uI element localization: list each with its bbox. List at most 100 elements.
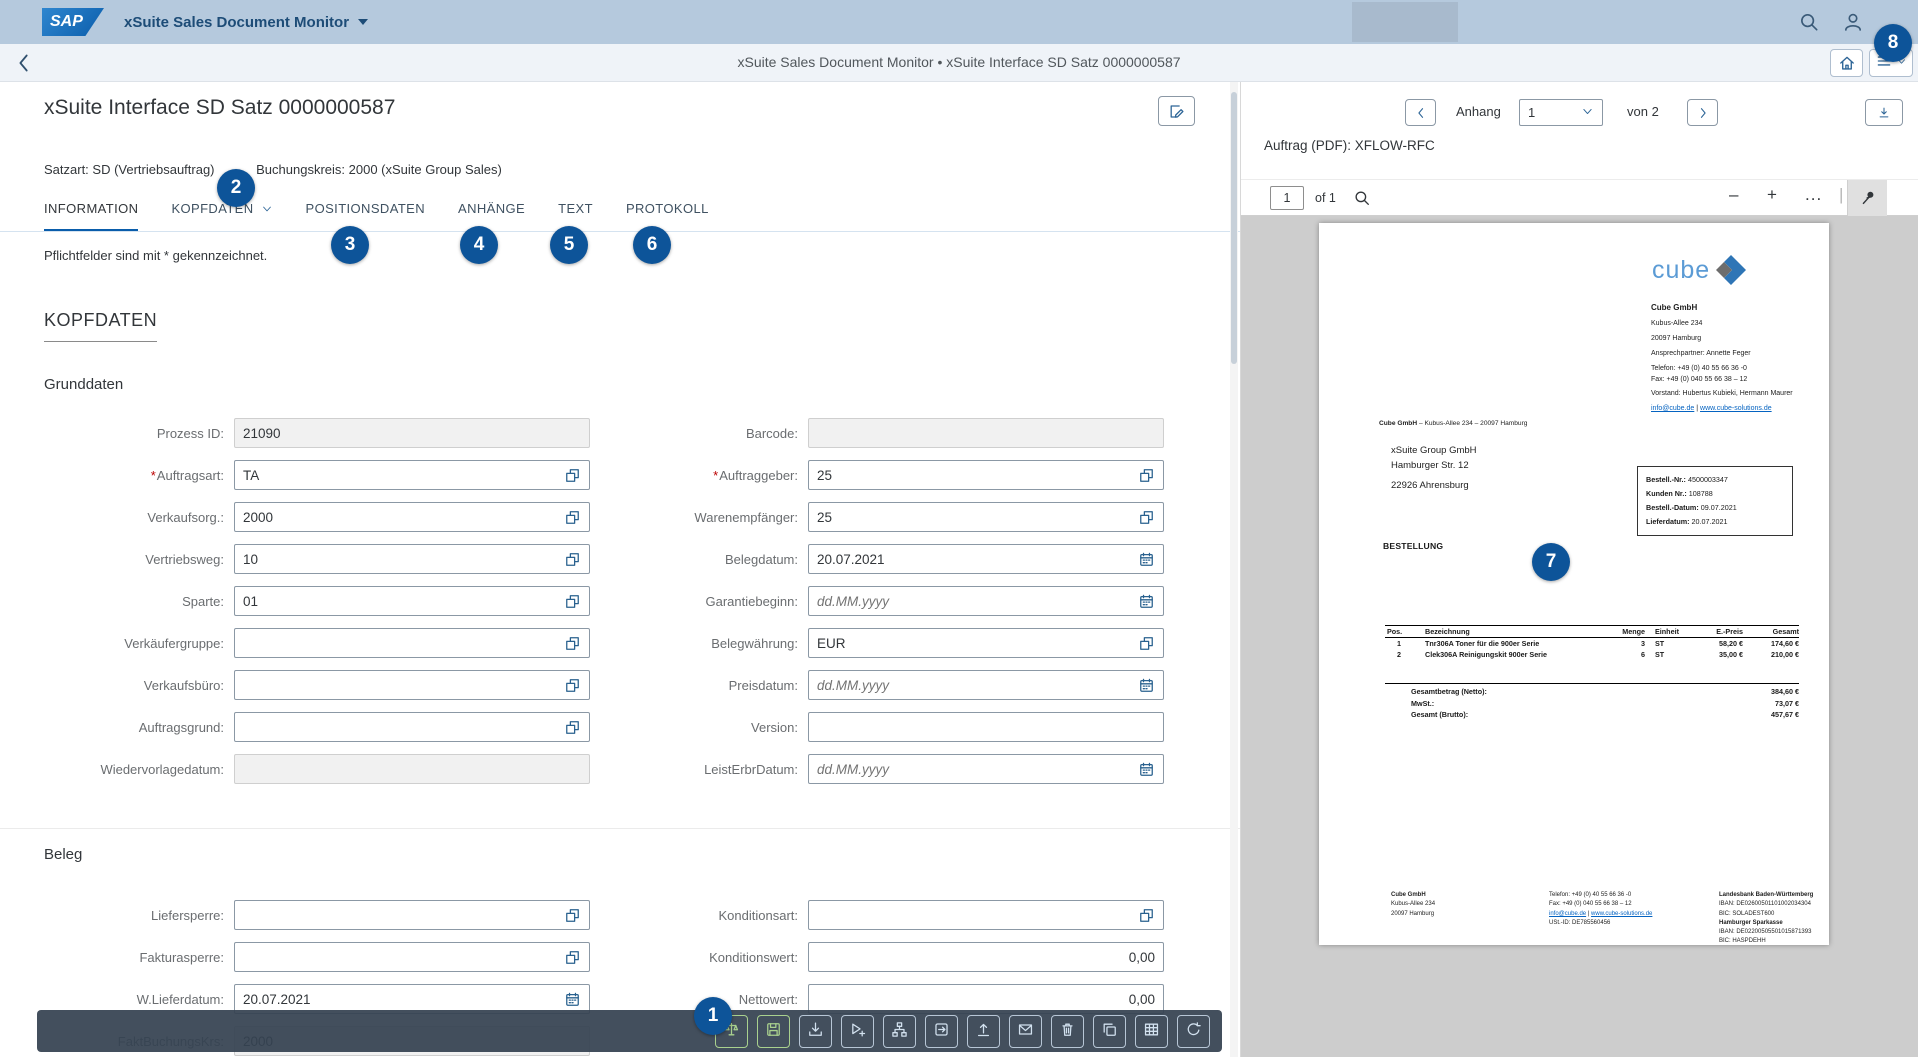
tab-protokoll[interactable]: PROTOKOLL — [626, 201, 709, 232]
field-leisterbrdatum[interactable]: dd.MM.yyyy — [808, 754, 1164, 784]
company-info-line: Cube GmbH — [1651, 303, 1698, 312]
pin-toggle-button[interactable] — [1847, 180, 1887, 216]
field-version[interactable] — [808, 712, 1164, 742]
more-options-button[interactable]: ... — [1805, 185, 1822, 205]
tab-anhaenge[interactable]: ANHÄNGE — [458, 201, 525, 232]
refresh-button[interactable] — [1177, 1014, 1210, 1048]
field-label: Barcode: — [745, 425, 798, 441]
recipient-line: Hamburger Str. 12 — [1391, 460, 1469, 471]
trash-icon — [1059, 1021, 1076, 1041]
previous-attachment-button[interactable] — [1405, 99, 1436, 126]
required-indicator: * — [713, 467, 719, 483]
edit-header-button[interactable] — [1158, 96, 1195, 126]
tab-positionsdaten[interactable]: POSITIONSDATEN — [306, 201, 425, 232]
transfer-button[interactable] — [925, 1014, 958, 1048]
field-prozess-id: 21090 — [234, 418, 590, 448]
save-icon — [765, 1021, 782, 1041]
search-icon[interactable] — [1798, 11, 1820, 33]
email-button[interactable] — [1009, 1014, 1042, 1048]
annotation-badge-1: 1 — [694, 997, 732, 1035]
back-button[interactable] — [12, 51, 36, 75]
company-info-line: 20097 Hamburg — [1651, 335, 1702, 343]
tab-kopfdaten[interactable]: KOPFDATEN — [171, 201, 272, 232]
upload-button[interactable] — [967, 1014, 1000, 1048]
next-attachment-button[interactable] — [1687, 99, 1718, 126]
annotation-badge-6: 6 — [633, 226, 671, 264]
value-help-icon[interactable] — [564, 907, 581, 924]
field-auftragsart[interactable]: TA — [234, 460, 590, 490]
tab-information[interactable]: INFORMATION — [44, 201, 139, 232]
calendar-icon[interactable] — [1138, 677, 1155, 694]
form-row: Sparte: 01 — [44, 580, 610, 622]
user-profile-icon[interactable] — [1842, 11, 1864, 33]
download-attachment-button[interactable] — [1865, 99, 1903, 126]
attachment-select[interactable]: 1 — [1519, 99, 1603, 126]
download-button[interactable] — [799, 1014, 832, 1048]
calendar-icon[interactable] — [1138, 593, 1155, 610]
field-verkaufsbuero[interactable] — [234, 670, 590, 700]
field-auftragsgrund[interactable] — [234, 712, 590, 742]
link-text[interactable]: www.cube-solutions.de — [1591, 911, 1652, 917]
link-text[interactable]: www.cube-solutions.de — [1700, 405, 1772, 412]
field-verkaufsorg[interactable]: 2000 — [234, 502, 590, 532]
value-help-icon[interactable] — [1138, 467, 1155, 484]
delete-button[interactable] — [1051, 1014, 1084, 1048]
value-help-icon[interactable] — [564, 949, 581, 966]
form-row: Barcode: — [618, 412, 1184, 454]
field-fakturasperre[interactable] — [234, 942, 590, 972]
table-view-button[interactable] — [1135, 1014, 1168, 1048]
order-info-line: Lieferdatum: 20.07.2021 — [1646, 517, 1728, 527]
value-help-icon[interactable] — [564, 719, 581, 736]
value-help-icon[interactable] — [564, 677, 581, 694]
app-title-menu[interactable]: xSuite Sales Document Monitor — [124, 14, 369, 31]
value-help-icon[interactable] — [564, 509, 581, 526]
value-help-icon[interactable] — [564, 467, 581, 484]
save-button[interactable] — [757, 1014, 790, 1048]
table-cell: 6 — [1641, 650, 1645, 660]
field-belegdatum[interactable]: 20.07.2021 — [808, 544, 1164, 574]
order-info-label: Kunden Nr.: — [1646, 489, 1687, 499]
field-value: TA — [243, 467, 260, 483]
value-help-icon[interactable] — [564, 593, 581, 610]
value-help-icon[interactable] — [564, 635, 581, 652]
link-text[interactable]: info@cube.de — [1651, 405, 1694, 412]
start-button[interactable] — [841, 1014, 874, 1048]
table-cell: 1 — [1397, 639, 1401, 649]
group-title-grunddaten: Grunddaten — [44, 376, 124, 393]
value-help-icon[interactable] — [1138, 635, 1155, 652]
form-row: Preisdatum: dd.MM.yyyy — [618, 664, 1184, 706]
calendar-icon[interactable] — [1138, 551, 1155, 568]
field-garantiebeginn[interactable]: dd.MM.yyyy — [808, 586, 1164, 616]
vertical-scrollbar[interactable] — [1230, 82, 1238, 1057]
workflow-button[interactable] — [883, 1014, 916, 1048]
sap-logo[interactable]: SAP — [42, 8, 104, 36]
field-konditionswert[interactable]: 0,00 — [808, 942, 1164, 972]
value-help-icon[interactable] — [1138, 509, 1155, 526]
field-konditionsart[interactable] — [808, 900, 1164, 930]
copy-button[interactable] — [1093, 1014, 1126, 1048]
field-auftraggeber[interactable]: 25 — [808, 460, 1164, 490]
table-cell: ST — [1655, 650, 1665, 660]
calendar-icon[interactable] — [564, 991, 581, 1008]
form-row: Vertriebsweg: 10 — [44, 538, 610, 580]
zoom-out-button[interactable]: – — [1729, 185, 1738, 205]
footer-contact-column: Telefon: +49 (0) 40 55 66 36 -0 Fax: +49 … — [1549, 891, 1709, 928]
field-verkaeufergruppe[interactable] — [234, 628, 590, 658]
value-help-icon[interactable] — [564, 551, 581, 568]
field-liefersperre[interactable] — [234, 900, 590, 930]
field-warenempfaenger[interactable]: 25 — [808, 502, 1164, 532]
annotation-badge-3: 3 — [331, 226, 369, 264]
field-sparte[interactable]: 01 — [234, 586, 590, 616]
page-number-input[interactable]: 1 — [1270, 186, 1304, 210]
link-text[interactable]: info@cube.de — [1549, 911, 1586, 917]
field-vertriebsweg[interactable]: 10 — [234, 544, 590, 574]
scrollbar-thumb[interactable] — [1231, 92, 1237, 364]
calendar-icon[interactable] — [1138, 761, 1155, 778]
home-button[interactable] — [1830, 49, 1863, 77]
value-help-icon[interactable] — [1138, 907, 1155, 924]
field-preisdatum[interactable]: dd.MM.yyyy — [808, 670, 1164, 700]
pdf-search-icon[interactable] — [1353, 189, 1371, 207]
page-count-label: of 1 — [1315, 191, 1336, 205]
field-belegwaehrung[interactable]: EUR — [808, 628, 1164, 658]
zoom-in-button[interactable]: + — [1767, 185, 1777, 205]
